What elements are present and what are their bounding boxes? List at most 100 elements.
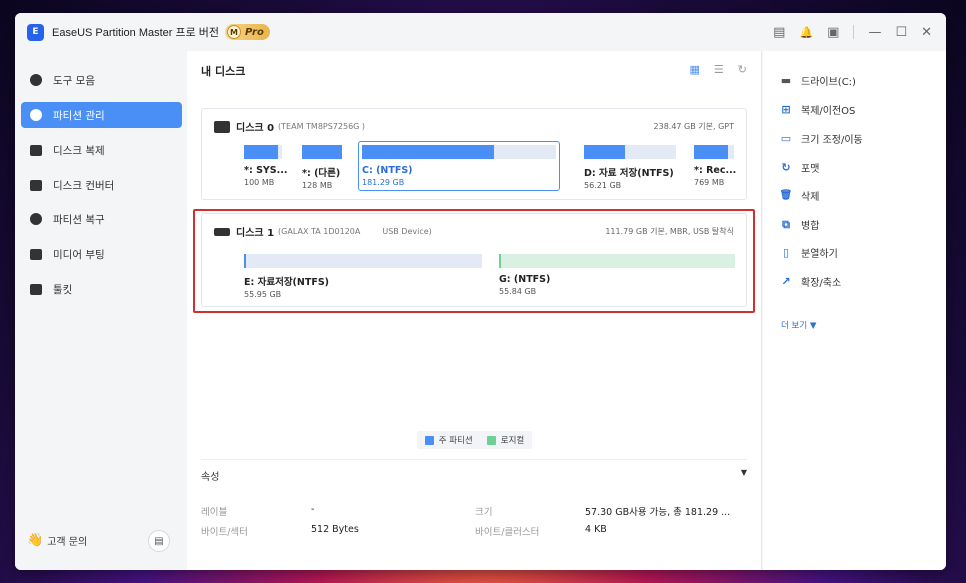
- sidebar-item-partition-recovery[interactable]: 파티션 복구: [21, 206, 182, 232]
- action-format[interactable]: ↻ 포맷: [779, 160, 819, 175]
- minimize-icon[interactable]: —: [868, 25, 881, 40]
- drive-icon: ▬: [780, 74, 792, 87]
- merge-icon: ⧉: [782, 217, 790, 231]
- disk-model: (GALAX TA 1D0120A: [278, 227, 361, 236]
- legend-label: 로지컬: [500, 436, 525, 446]
- sidebar-item-disk-clone[interactable]: 디스크 복제: [21, 137, 182, 163]
- extend-icon: ↗: [781, 275, 791, 288]
- sidebar-item-label: 디스크 복제: [53, 144, 105, 157]
- refresh-icon[interactable]: ↻: [738, 63, 747, 76]
- sidebar-item-toolkit[interactable]: 툴킷: [21, 276, 182, 302]
- close-icon[interactable]: ✕: [921, 25, 932, 40]
- sidebar-item-label: 툴킷: [53, 283, 73, 296]
- sidebar-item-toolbox[interactable]: 도구 모음: [21, 67, 182, 93]
- partition-legend: 주 파티션 로지컬: [187, 431, 762, 449]
- partition-bar: [302, 145, 342, 159]
- disk-card-1[interactable]: 디스크 1 (GALAX TA 1D0120A USB Device) 111.…: [201, 213, 747, 307]
- window-icon[interactable]: ▣: [827, 25, 839, 40]
- action-label: 분열하기: [801, 249, 838, 260]
- usb-drive-icon: [214, 227, 230, 236]
- sidebar-item-label: 미디어 부팅: [53, 248, 105, 261]
- maximize-icon[interactable]: ☐: [895, 25, 907, 40]
- partition-label: *: Rec...: [694, 165, 737, 176]
- sidebar-item-bootable-media[interactable]: 미디어 부팅: [21, 241, 182, 267]
- partition-tile[interactable]: E: 자료저장(NTFS) 55.95 GB: [244, 254, 482, 299]
- disk-header: 디스크 0 (TEAM TM8PS7256G ): [214, 119, 365, 134]
- clone-icon: [29, 143, 43, 157]
- prop-key: 레이블: [201, 507, 228, 518]
- partition-tile[interactable]: *: SYS... 100 MB: [244, 145, 287, 187]
- sidebar-item-disk-converter[interactable]: 디스크 컨버터: [21, 172, 182, 198]
- more-actions-link[interactable]: 더 보기 ▼: [781, 319, 816, 331]
- hdd-icon: [214, 120, 230, 133]
- action-clone-migrate[interactable]: ⊞ 복제/이전OS: [779, 102, 855, 117]
- converter-icon: [29, 178, 43, 192]
- partition-label: *: (다른): [302, 168, 341, 179]
- partition-bar: [584, 145, 676, 159]
- recovery-icon: [29, 212, 43, 226]
- customer-support-link[interactable]: 👋 고객 문의: [27, 533, 87, 548]
- chat-button[interactable]: ▤: [148, 530, 170, 552]
- sidebar-item-label: 파티션 복구: [53, 213, 105, 226]
- disk-info: 238.47 GB 기본, GPT: [653, 122, 734, 131]
- action-panel: ▬ 드라이브(C:) ⊞ 복제/이전OS ▭ 크기 조정/이동 ↻ 포맷 🗑 삭…: [763, 51, 946, 570]
- partition-tile-selected[interactable]: C: (NTFS) 181.29 GB: [358, 141, 560, 191]
- partition-label: E: 자료저장(NTFS): [244, 277, 330, 288]
- caret-down-icon[interactable]: ▼: [741, 468, 747, 477]
- list-view-icon[interactable]: ☰: [714, 63, 724, 76]
- sidebar-item-partition-manager[interactable]: 파티션 관리: [21, 102, 182, 128]
- disk-card-0[interactable]: 디스크 0 (TEAM TM8PS7256G ) 238.47 GB 기본, G…: [201, 108, 747, 200]
- legend-label: 주 파티션: [438, 436, 473, 446]
- legend-primary: 주 파티션: [424, 434, 473, 446]
- partition-bar: [244, 145, 282, 159]
- action-delete[interactable]: 🗑 삭제: [779, 188, 820, 203]
- action-split[interactable]: ▯ 분열하기: [779, 245, 838, 260]
- partition-tile[interactable]: G: (NTFS) 55.84 GB: [499, 254, 735, 296]
- action-label: 병합: [801, 221, 820, 232]
- feedback-icon[interactable]: ▤: [773, 25, 785, 40]
- action-label: 크기 조정/이동: [801, 135, 863, 146]
- partition-tile[interactable]: D: 자료 저장(NTFS) 56.21 GB: [584, 145, 676, 190]
- legend-swatch: [424, 435, 434, 445]
- prop-value: 57.30 GB사용 가능, 총 181.29 ...: [585, 507, 731, 518]
- action-merge[interactable]: ⧉ 병합: [779, 217, 820, 233]
- bell-icon[interactable]: 🔔: [799, 26, 813, 39]
- partition-bar: [694, 145, 734, 159]
- action-drive-title: ▬ 드라이브(C:): [779, 73, 856, 88]
- view-toggle: ▦ ☰ ↻: [690, 63, 748, 76]
- split-icon: ▯: [782, 246, 790, 259]
- partition-size: 56.21 GB: [584, 181, 622, 190]
- action-label: 포맷: [801, 164, 820, 175]
- sidebar: 도구 모음 파티션 관리 디스크 복제 디스크 컨버터 파티션 복구 미디어 부…: [15, 51, 187, 570]
- partition-tile[interactable]: *: (다른) 128 MB: [302, 145, 342, 190]
- app-logo-icon: E: [27, 23, 44, 41]
- grid-view-icon[interactable]: ▦: [690, 63, 700, 76]
- toolkit-icon: [29, 282, 43, 296]
- main-panel: 내 디스크 ▦ ☰ ↻ 디스크 0 (TEAM TM8PS7256G ) 238…: [187, 51, 762, 570]
- disk-usb-label: USB Device): [382, 227, 432, 236]
- format-icon: ↻: [781, 161, 791, 174]
- partition-size: 55.95 GB: [244, 290, 282, 299]
- pro-badge-label: Pro: [245, 26, 264, 38]
- action-extend-shrink[interactable]: ↗ 확장/축소: [779, 274, 841, 289]
- resize-icon: ▭: [780, 132, 792, 145]
- titlebar-divider: [853, 25, 855, 39]
- action-label: 복제/이전OS: [801, 106, 856, 117]
- partition-bar: [362, 145, 556, 159]
- partition-label: G: (NTFS): [499, 274, 551, 285]
- windows-icon: ⊞: [781, 103, 791, 116]
- sidebar-item-label: 디스크 컨버터: [53, 179, 115, 192]
- action-label: 삭제: [801, 192, 820, 203]
- pro-badge[interactable]: M Pro: [225, 24, 270, 40]
- prop-value: -: [311, 504, 315, 515]
- titlebar: E EaseUS Partition Master 프로 버전 M Pro ▤ …: [15, 13, 946, 51]
- badge-logo-icon: M: [227, 25, 242, 39]
- action-resize-move[interactable]: ▭ 크기 조정/이동: [779, 131, 863, 146]
- properties-header[interactable]: 속성 ▼: [201, 459, 747, 483]
- prop-key: 크기: [475, 507, 493, 518]
- partition-size: 128 MB: [302, 181, 333, 190]
- partition-tile[interactable]: *: Rec... 769 MB: [694, 145, 737, 187]
- support-label: 고객 문의: [47, 537, 88, 548]
- legend-swatch: [486, 435, 496, 445]
- action-label: 확장/축소: [801, 278, 842, 289]
